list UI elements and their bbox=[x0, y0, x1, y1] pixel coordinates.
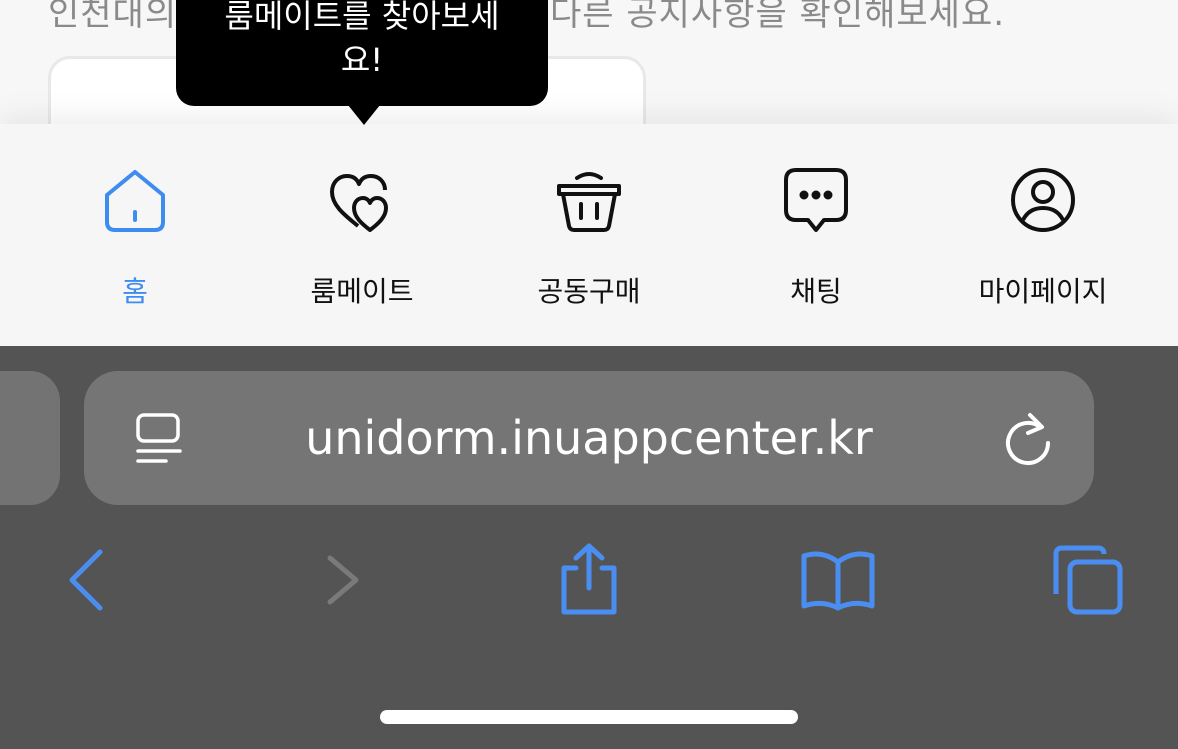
home-indicator bbox=[380, 710, 798, 724]
tab-group-buy[interactable]: 공동구매 bbox=[474, 124, 704, 346]
tab-home[interactable]: 홈 bbox=[20, 124, 250, 346]
back-icon[interactable] bbox=[46, 540, 126, 620]
roommate-tooltip: 룸메이트를 찾아보세 요! bbox=[176, 0, 548, 106]
bottom-tab-bar: 홈 룸메이트 공동구매 채팅 마이페이지 bbox=[0, 124, 1178, 346]
tab-chat-label: 채팅 bbox=[790, 275, 842, 308]
reload-icon[interactable] bbox=[1000, 409, 1056, 467]
tooltip-line-2: 요! bbox=[340, 41, 384, 79]
previous-tab-peek[interactable] bbox=[0, 371, 60, 505]
chat-bubble-icon bbox=[784, 168, 848, 232]
home-icon bbox=[105, 170, 165, 232]
tab-home-label: 홈 bbox=[122, 275, 148, 308]
user-circle-icon bbox=[1011, 168, 1075, 232]
share-icon[interactable] bbox=[548, 540, 628, 620]
tab-roommate[interactable]: 룸메이트 bbox=[247, 124, 477, 346]
tooltip-arrow bbox=[348, 105, 380, 125]
tab-group-buy-label: 공동구매 bbox=[537, 275, 641, 308]
basket-icon bbox=[557, 172, 621, 232]
forward-icon[interactable] bbox=[302, 540, 382, 620]
tab-mypage[interactable]: 마이페이지 bbox=[928, 124, 1158, 346]
tab-chat[interactable]: 채팅 bbox=[701, 124, 931, 346]
tab-roommate-label: 룸메이트 bbox=[310, 275, 414, 308]
address-bar[interactable]: unidorm.inuappcenter.kr bbox=[84, 371, 1094, 505]
tab-mypage-label: 마이페이지 bbox=[978, 275, 1108, 308]
web-page-content: 인천대의 룸메이트를 찾아보세요! 다른 공지사항을 확인해보세요. 홈 룸메이… bbox=[0, 0, 1178, 346]
bookmarks-icon[interactable] bbox=[798, 540, 878, 620]
tooltip-line-1: 룸메이트를 찾아보세 bbox=[224, 0, 500, 35]
tabs-icon[interactable] bbox=[1048, 540, 1128, 620]
url-text[interactable]: unidorm.inuappcenter.kr bbox=[84, 371, 1094, 505]
hearts-icon bbox=[330, 174, 388, 232]
